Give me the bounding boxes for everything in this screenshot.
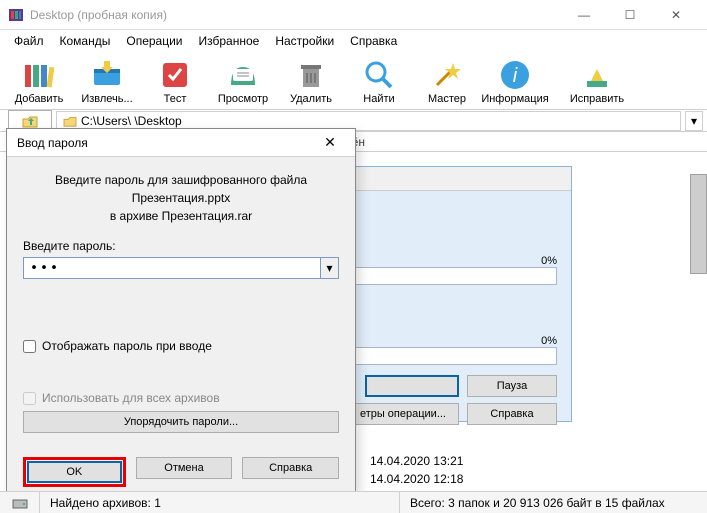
- menu-favorites[interactable]: Избранное: [191, 31, 268, 51]
- status-bar: Найдено архивов: 1 Всего: 3 папок и 20 9…: [0, 491, 707, 513]
- menu-settings[interactable]: Настройки: [267, 31, 342, 51]
- scrollbar[interactable]: [690, 174, 707, 274]
- tool-label: Исправить: [570, 93, 624, 105]
- maximize-button[interactable]: ☐: [607, 0, 653, 30]
- tool-label: Удалить: [290, 93, 332, 105]
- svg-text:i: i: [513, 65, 518, 87]
- dialog-title: Ввод пароля: [17, 136, 315, 150]
- window-title: Desktop (пробная копия): [30, 8, 561, 22]
- tool-label: Информация: [481, 93, 548, 105]
- tool-label: Мастер: [428, 93, 466, 105]
- path-text: C:\Users\ \Desktop: [81, 114, 182, 128]
- show-password-checkbox[interactable]: Отображать пароль при вводе: [23, 339, 339, 353]
- show-password-box[interactable]: [23, 340, 36, 353]
- status-found: Найдено архивов: 1: [40, 492, 400, 513]
- books-icon: [23, 59, 55, 91]
- status-icon-seg: [0, 492, 40, 513]
- tool-add[interactable]: Добавить: [8, 56, 70, 105]
- wand-icon: [431, 59, 463, 91]
- tool-label: Тест: [164, 93, 187, 105]
- test-icon: [159, 59, 191, 91]
- password-input[interactable]: [23, 257, 321, 279]
- dialog-header[interactable]: Ввод пароля ✕: [7, 129, 355, 157]
- view-icon: [227, 59, 259, 91]
- tool-repair[interactable]: Исправить: [566, 56, 628, 105]
- menu-file[interactable]: Файл: [6, 31, 52, 51]
- password-label: Введите пароль:: [23, 239, 339, 253]
- use-all-box: [23, 392, 36, 405]
- search-icon: [363, 59, 395, 91]
- title-bar: Desktop (пробная копия) — ☐ ✕: [0, 0, 707, 30]
- drive-icon: [12, 496, 28, 510]
- tool-label: Добавить: [15, 93, 64, 105]
- tool-delete[interactable]: Удалить: [280, 56, 342, 105]
- use-all-label: Использовать для всех архивов: [42, 391, 220, 405]
- tool-extract[interactable]: Извлечь...: [76, 56, 138, 105]
- password-dropdown[interactable]: ▾: [321, 257, 339, 279]
- extract-help-button[interactable]: Справка: [467, 403, 557, 425]
- use-all-checkbox: Использовать для всех архивов: [23, 391, 339, 405]
- trash-icon: [295, 59, 327, 91]
- tool-view[interactable]: Просмотр: [212, 56, 274, 105]
- dialog-message: Введите пароль для зашифрованного файла …: [23, 171, 339, 225]
- minimize-button[interactable]: —: [561, 0, 607, 30]
- extract-params-button[interactable]: етры операции...: [347, 403, 459, 425]
- ok-button[interactable]: OK: [27, 461, 122, 483]
- help-button[interactable]: Справка: [242, 457, 339, 479]
- tool-label: Просмотр: [218, 93, 268, 105]
- menu-help[interactable]: Справка: [342, 31, 405, 51]
- tool-label: Найти: [363, 93, 394, 105]
- dialog-close-button[interactable]: ✕: [315, 134, 345, 151]
- toolbar: Добавить Извлечь... Тест Просмотр Удалит…: [0, 52, 707, 110]
- tool-test[interactable]: Тест: [144, 56, 206, 105]
- extract-pause-button[interactable]: Пауза: [467, 375, 557, 397]
- ok-highlight: OK: [23, 457, 126, 487]
- info-icon: i: [499, 59, 531, 91]
- extract-bg-button[interactable]: [365, 375, 459, 397]
- menu-commands[interactable]: Команды: [52, 31, 119, 51]
- close-button[interactable]: ✕: [653, 0, 699, 30]
- tool-label: Извлечь...: [81, 93, 132, 105]
- extract-icon: [91, 59, 123, 91]
- menu-bar: Файл Команды Операции Избранное Настройк…: [0, 30, 707, 52]
- menu-operations[interactable]: Операции: [118, 31, 190, 51]
- organize-passwords-button[interactable]: Упорядочить пароли...: [23, 411, 339, 433]
- tool-find[interactable]: Найти: [348, 56, 410, 105]
- password-dialog: Ввод пароля ✕ Введите пароль для зашифро…: [6, 128, 356, 492]
- tool-info[interactable]: i Информация: [484, 56, 546, 105]
- status-total: Всего: 3 папок и 20 913 026 байт в 15 фа…: [400, 492, 707, 513]
- show-password-label: Отображать пароль при вводе: [42, 339, 212, 353]
- app-icon: [8, 7, 24, 23]
- tool-wizard[interactable]: Мастер: [416, 56, 478, 105]
- cancel-button[interactable]: Отмена: [136, 457, 233, 479]
- repair-icon: [581, 59, 613, 91]
- path-dropdown[interactable]: ▾: [685, 111, 703, 131]
